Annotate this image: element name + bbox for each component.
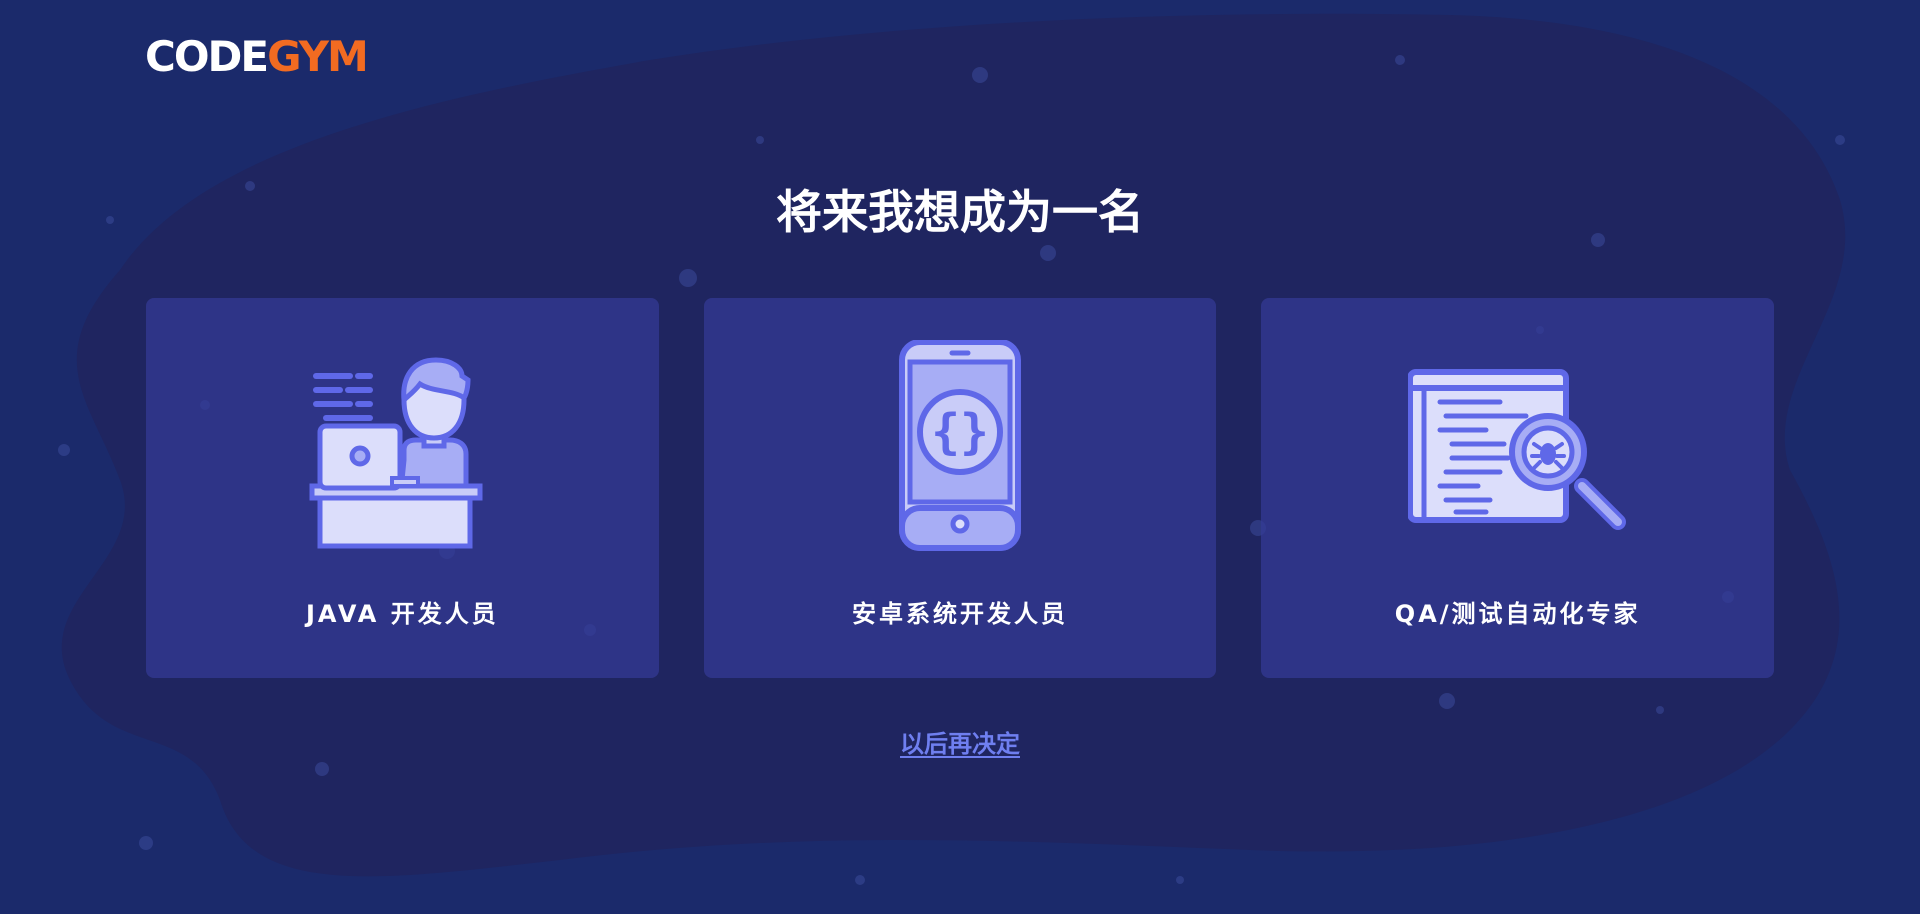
qa-testing-icon <box>1407 340 1628 552</box>
card-label: QA/测试自动化专家 <box>1394 600 1641 628</box>
codegym-logo[interactable]: CODE GYM <box>145 32 369 81</box>
card-label: 安卓系统开发人员 <box>852 600 1068 628</box>
svg-text:{}: {} <box>931 404 989 460</box>
logo-code-text: CODE <box>145 32 269 81</box>
decide-later-container: 以后再决定 <box>0 724 1920 759</box>
card-qa-automation[interactable]: QA/测试自动化专家 <box>1261 298 1775 678</box>
card-android-developer[interactable]: {} 安卓系统开发人员 <box>703 298 1217 678</box>
decide-later-link[interactable]: 以后再决定 <box>900 730 1020 758</box>
java-developer-icon <box>292 340 512 552</box>
card-java-developer[interactable]: JAVA 开发人员 <box>146 298 659 678</box>
role-selection-page: CODE GYM 将来我想成为一名 JAVA 开发人员 {} 安卓系统开发人员 … <box>0 0 1920 914</box>
logo-gym-text: GYM <box>267 32 369 81</box>
android-phone-icon: {} <box>850 340 1070 552</box>
page-title: 将来我想成为一名 <box>776 185 1144 239</box>
card-label: JAVA 开发人员 <box>305 600 499 628</box>
role-cards: JAVA 开发人员 {} 安卓系统开发人员 QA/测试自动化专家 <box>146 298 1775 678</box>
